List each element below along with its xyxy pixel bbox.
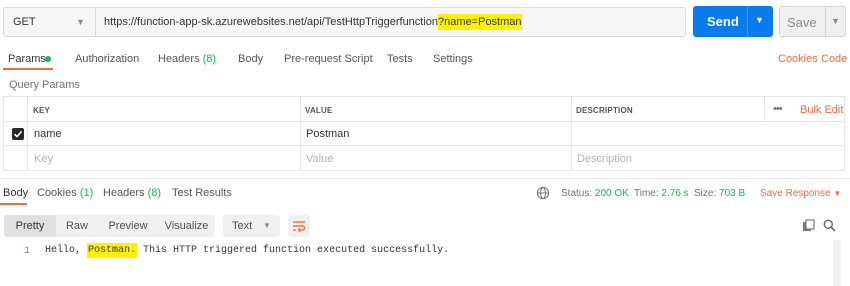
tab-headers-label: Headers <box>158 53 200 65</box>
chevron-down-icon: ▼ <box>76 17 85 27</box>
response-text-after: This HTTP triggered function executed su… <box>137 245 450 256</box>
globe-icon[interactable] <box>536 186 550 203</box>
response-tab-cookies-count: (1) <box>79 187 94 199</box>
column-header-key: KEY <box>33 106 51 115</box>
size-label: Size: <box>694 188 717 199</box>
column-divider <box>300 97 301 170</box>
method-label: GET <box>13 16 36 28</box>
more-icon[interactable]: ••• <box>773 103 783 115</box>
table-border <box>844 97 845 170</box>
response-text-before: Hello, <box>45 245 88 256</box>
tab-body[interactable]: Body <box>238 53 263 65</box>
response-tab-test-results[interactable]: Test Results <box>172 187 232 199</box>
url-input[interactable]: https://function-app-sk.azurewebsites.ne… <box>95 7 686 37</box>
size-readout: Size: 703 B <box>694 188 745 199</box>
wrap-lines-button[interactable] <box>288 215 310 237</box>
view-preview-button[interactable]: Preview <box>98 215 158 237</box>
view-pretty-button[interactable]: Pretty <box>4 215 56 237</box>
format-label: Text <box>232 220 253 232</box>
response-body-line: Hello, Postman. This HTTP triggered func… <box>45 243 450 258</box>
line-number: 1 <box>24 246 31 257</box>
send-button[interactable]: Send ▼ <box>693 6 773 37</box>
param-value[interactable]: Postman <box>306 128 349 140</box>
save-button[interactable]: Save ▼ <box>779 6 846 37</box>
cookies-link[interactable]: Cookies <box>778 53 818 65</box>
method-select[interactable]: GET ▼ <box>3 7 95 37</box>
new-description-input[interactable]: Description <box>577 153 632 165</box>
scrollbar[interactable] <box>833 240 841 286</box>
response-tab-headers-count: (8) <box>147 187 162 199</box>
send-divider <box>747 6 748 37</box>
column-header-description: DESCRIPTION <box>576 106 633 115</box>
tab-tests[interactable]: Tests <box>387 53 413 65</box>
time-readout: Time: 2.76 s <box>634 188 689 199</box>
tab-settings[interactable]: Settings <box>433 53 473 65</box>
send-label: Send <box>707 14 739 29</box>
bulk-edit-link[interactable]: Bulk Edit <box>800 104 843 116</box>
tab-headers-count: (8) <box>202 53 217 65</box>
size-value: 703 B <box>719 188 746 199</box>
new-value-input[interactable]: Value <box>306 153 333 165</box>
tab-pre-request-script[interactable]: Pre-request Script <box>284 53 373 65</box>
chevron-down-icon: ▼ <box>263 221 271 230</box>
checkbox-checked-icon[interactable] <box>12 128 24 140</box>
tab-authorization[interactable]: Authorization <box>75 53 139 65</box>
search-icon[interactable] <box>823 219 836 235</box>
tab-headers[interactable]: Headers (8) <box>158 53 216 65</box>
save-response-button[interactable]: Save Response ▼ <box>760 188 841 199</box>
response-tab-headers[interactable]: Headers (8) <box>103 187 161 199</box>
url-query-highlight: ?name=Postman <box>438 14 522 30</box>
table-divider <box>3 121 845 122</box>
status-readout: Status: 200 OK <box>561 188 629 199</box>
status-value: 200 OK <box>594 188 629 199</box>
tab-params[interactable]: Params <box>8 53 46 65</box>
copy-icon[interactable] <box>802 219 815 235</box>
time-value: 2.76 s <box>661 188 689 199</box>
chevron-down-icon[interactable]: ▼ <box>831 16 840 26</box>
params-table: KEY VALUE DESCRIPTION ••• Bulk Edit name… <box>3 96 845 171</box>
save-response-label: Save Response <box>760 188 831 199</box>
response-tab-headers-label: Headers <box>103 187 145 199</box>
active-response-tab-underline <box>0 203 27 205</box>
table-divider <box>3 145 845 146</box>
save-divider <box>825 7 826 36</box>
query-params-title: Query Params <box>9 79 80 91</box>
active-tab-underline <box>3 68 53 70</box>
response-tab-body[interactable]: Body <box>3 187 28 199</box>
chevron-down-icon[interactable]: ▼ <box>755 15 764 25</box>
response-tab-cookies-label: Cookies <box>37 187 77 199</box>
column-header-value: VALUE <box>305 106 333 115</box>
param-key[interactable]: name <box>34 128 62 140</box>
url-base: https://function-app-sk.azurewebsites.ne… <box>104 16 439 28</box>
column-divider <box>764 97 765 121</box>
new-key-input[interactable]: Key <box>34 153 53 165</box>
response-divider <box>0 178 850 179</box>
time-label: Time: <box>634 188 659 199</box>
params-active-dot <box>45 56 51 62</box>
wrap-lines-icon <box>293 221 306 233</box>
chevron-down-icon: ▼ <box>833 189 842 198</box>
table-border <box>3 97 4 170</box>
format-select[interactable]: Text ▼ <box>223 215 280 237</box>
code-link[interactable]: Code <box>821 53 847 65</box>
status-label: Status: <box>561 188 593 199</box>
view-visualize-button[interactable]: Visualize <box>158 215 215 237</box>
response-text-highlight: Postman. <box>87 243 138 258</box>
response-tab-cookies[interactable]: Cookies (1) <box>37 187 93 199</box>
column-divider <box>27 97 28 170</box>
column-divider <box>571 97 572 170</box>
table-divider <box>3 170 845 171</box>
view-mode-toggle: Pretty Raw Preview Visualize <box>4 215 215 237</box>
view-raw-button[interactable]: Raw <box>56 215 98 237</box>
save-label: Save <box>787 15 817 30</box>
